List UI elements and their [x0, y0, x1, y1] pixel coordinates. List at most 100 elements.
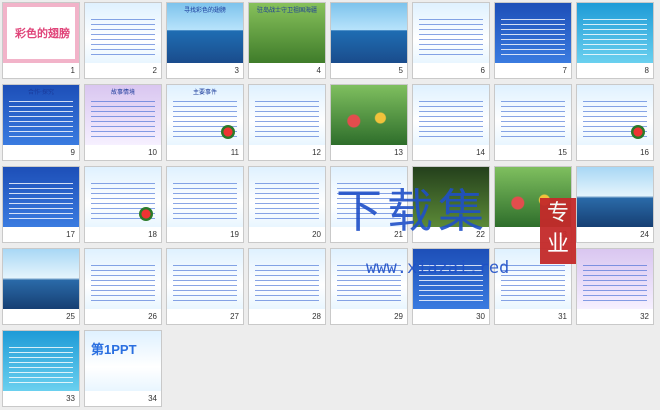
slide-number: 17	[66, 230, 75, 239]
slide-preview	[249, 249, 325, 309]
slide-thumbnail-15[interactable]: 15	[494, 84, 572, 161]
slide-text-block	[91, 265, 155, 303]
slide-text-block	[501, 19, 565, 57]
slide-thumbnail-18[interactable]: 18	[84, 166, 162, 243]
slide-text-block	[91, 19, 155, 57]
slide-text-block	[173, 183, 237, 221]
slide-preview: 故事情境	[85, 85, 161, 145]
slide-number: 18	[148, 230, 157, 239]
watermark-badge: 专业	[540, 198, 576, 264]
slide-thumbnail-32[interactable]: 32	[576, 248, 654, 325]
slide-number: 10	[148, 148, 157, 157]
slide-number: 16	[640, 148, 649, 157]
slide-text-block	[9, 347, 73, 385]
slide-thumbnail-13[interactable]: 13	[330, 84, 408, 161]
slide-preview	[3, 167, 79, 227]
slide-thumbnail-26[interactable]: 26	[84, 248, 162, 325]
slide-number: 24	[640, 230, 649, 239]
slide-thumbnail-2[interactable]: 2	[84, 2, 162, 79]
slide-preview	[85, 3, 161, 63]
slide-thumbnail-1[interactable]: 彩色的翅膀 1	[2, 2, 80, 79]
slide-title: 寻找彩色的翅膀	[183, 7, 226, 14]
slide-title: 彩色的翅膀	[15, 27, 70, 40]
slide-text-block	[9, 183, 73, 221]
slide-title: 主要事件	[192, 89, 217, 96]
slide-title: 驻岛战士守卫祖国海疆	[256, 7, 317, 14]
slide-thumbnail-7[interactable]: 7	[494, 2, 572, 79]
slide-text-block	[173, 265, 237, 303]
slide-number: 26	[148, 312, 157, 321]
slide-thumbnail-11[interactable]: 主要事件 11	[166, 84, 244, 161]
slide-number: 2	[152, 66, 157, 75]
slide-text-block	[9, 101, 73, 139]
slide-thumbnail-10[interactable]: 故事情境 10	[84, 84, 162, 161]
slide-thumbnail-33[interactable]: 33	[2, 330, 80, 407]
slide-preview	[3, 249, 79, 309]
slide-preview	[167, 249, 243, 309]
watermelon-icon	[631, 125, 645, 139]
slide-thumbnail-19[interactable]: 19	[166, 166, 244, 243]
slide-text-block	[255, 265, 319, 303]
slide-thumbnail-34[interactable]: 第1PPT 34	[84, 330, 162, 407]
watermark-text: 下载集	[336, 184, 489, 238]
slide-preview	[413, 85, 489, 145]
slide-thumbnail-27[interactable]: 27	[166, 248, 244, 325]
slide-preview: 主要事件	[167, 85, 243, 145]
slide-number: 28	[312, 312, 321, 321]
slide-number: 31	[558, 312, 567, 321]
slide-number: 8	[644, 66, 649, 75]
slide-thumbnail-16[interactable]: 16	[576, 84, 654, 161]
slide-text-block	[583, 265, 647, 303]
slide-thumbnail-28[interactable]: 28	[248, 248, 326, 325]
slide-thumbnail-8[interactable]: 8	[576, 2, 654, 79]
slide-thumbnail-3[interactable]: 寻找彩色的翅膀 3	[166, 2, 244, 79]
slide-number: 7	[562, 66, 567, 75]
slide-number: 33	[66, 394, 75, 403]
slide-thumbnail-6[interactable]: 6	[412, 2, 490, 79]
slide-thumbnail-14[interactable]: 14	[412, 84, 490, 161]
slide-number: 12	[312, 148, 321, 157]
slide-preview	[85, 167, 161, 227]
slide-preview	[249, 167, 325, 227]
slide-number: 11	[230, 148, 239, 157]
slide-thumbnail-9[interactable]: 合作·探究 9	[2, 84, 80, 161]
slide-thumbnail-5[interactable]: 5	[330, 2, 408, 79]
slide-thumbnail-17[interactable]: 17	[2, 166, 80, 243]
slide-thumbnail-12[interactable]: 12	[248, 84, 326, 161]
slide-thumbnail-25[interactable]: 25	[2, 248, 80, 325]
slide-preview: 寻找彩色的翅膀	[167, 3, 243, 63]
slide-preview: 合作·探究	[3, 85, 79, 145]
slide-number: 13	[394, 148, 403, 157]
slide-number: 5	[398, 66, 403, 75]
slide-number: 20	[312, 230, 321, 239]
slide-preview	[167, 167, 243, 227]
slide-number: 32	[640, 312, 649, 321]
slide-number: 19	[230, 230, 239, 239]
slide-number: 15	[558, 148, 567, 157]
slide-preview: 彩色的翅膀	[3, 3, 79, 63]
slide-number: 30	[476, 312, 485, 321]
watermelon-icon	[139, 207, 153, 221]
slide-preview	[413, 3, 489, 63]
slide-preview	[577, 167, 653, 227]
slide-number: 34	[148, 394, 157, 403]
slide-number: 14	[476, 148, 485, 157]
slide-number: 29	[394, 312, 403, 321]
slide-thumbnail-4[interactable]: 驻岛战士守卫祖国海疆 4	[248, 2, 326, 79]
slide-text-block	[255, 101, 319, 139]
slide-text-block	[583, 19, 647, 57]
slide-title: 故事情境	[110, 89, 135, 96]
slide-preview	[577, 3, 653, 63]
watermark-url: www.xiazai.red	[366, 258, 510, 278]
slide-thumbnail-20[interactable]: 20	[248, 166, 326, 243]
slide-number: 27	[230, 312, 239, 321]
slide-number: 3	[234, 66, 239, 75]
slide-text-block	[419, 101, 483, 139]
slide-preview	[495, 85, 571, 145]
slide-text-block	[501, 265, 565, 303]
slide-preview	[577, 85, 653, 145]
slide-preview	[331, 85, 407, 145]
slide-thumbnail-24[interactable]: 24	[576, 166, 654, 243]
slide-text-block	[91, 101, 155, 139]
slide-title: 合作·探究	[28, 89, 54, 96]
